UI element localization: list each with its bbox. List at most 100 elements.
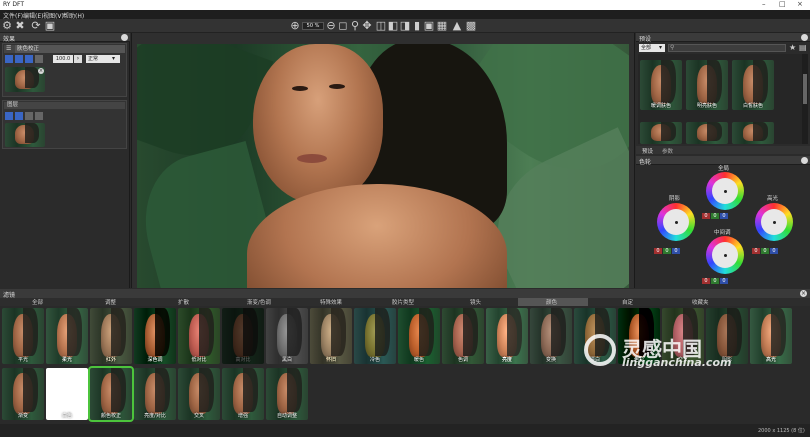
preset-thumb[interactable]: 明亮肤色 — [686, 60, 728, 110]
presets-scrollbar[interactable] — [802, 54, 808, 144]
filter-thumb[interactable]: 柔光 — [46, 308, 88, 364]
close-window-icon[interactable]: × — [797, 0, 803, 8]
highlight-values: 000 — [752, 248, 778, 254]
main-photo[interactable] — [137, 44, 629, 288]
highlight-color-wheel[interactable] — [755, 203, 793, 241]
filter-thumb-label: 颜色校正 — [100, 413, 121, 419]
filter-thumb[interactable]: 怀旧 — [310, 308, 352, 364]
compare-icon[interactable]: ◨ — [399, 20, 411, 32]
filter-thumb-label: 平光 — [17, 357, 28, 363]
tab-color[interactable]: 颜色 — [546, 298, 557, 306]
tab-params[interactable]: 参数 — [662, 147, 673, 155]
tab-adjust[interactable]: 调整 — [105, 298, 116, 306]
filter-thumb[interactable]: 色调 — [442, 308, 484, 364]
preset-thumb[interactable]: 白皙肤色 — [732, 60, 774, 110]
image-icon[interactable]: ▦ — [436, 20, 448, 32]
midtone-values: 000 — [702, 278, 728, 284]
split-view-icon[interactable]: ◫ — [375, 20, 387, 32]
watermark-logo-icon — [584, 334, 616, 366]
zoom-out-icon[interactable]: ⊖ — [325, 20, 337, 32]
close-color-icon[interactable]: × — [801, 157, 808, 164]
filter-thumb[interactable]: 黑白 — [266, 308, 308, 364]
preset-thumb[interactable]: 暖调肤色 — [640, 60, 682, 110]
opacity-stepper-icon[interactable]: › — [74, 55, 82, 63]
zoom-in-icon[interactable]: ⊕ — [289, 20, 301, 32]
filter-thumb[interactable]: 白色 — [46, 368, 88, 420]
overlay-icon[interactable]: ▩ — [465, 20, 477, 32]
layer2-lock-icon[interactable] — [35, 112, 43, 120]
filter-thumb[interactable]: 颜色校正 — [88, 366, 134, 422]
zoom-value[interactable]: 50 % — [302, 22, 324, 30]
tab-special[interactable]: 特殊效果 — [320, 298, 342, 306]
preset-thumb[interactable] — [640, 122, 682, 144]
layer1-lock-icon[interactable] — [35, 55, 43, 63]
tab-favorites[interactable]: 收藏夹 — [692, 298, 709, 306]
filter-thumb[interactable]: 红外 — [90, 308, 132, 364]
fit-icon[interactable]: ▣ — [44, 20, 56, 32]
layer2-thumbnail[interactable] — [5, 123, 45, 147]
side-by-side-icon[interactable]: ◧ — [387, 20, 399, 32]
tab-presets[interactable]: 预设 — [642, 147, 653, 155]
filter-thumb[interactable]: 暖色 — [398, 308, 440, 364]
layer1-name[interactable]: 肤色校正 — [15, 45, 125, 53]
tab-gradient[interactable]: 渐变/色调 — [247, 298, 271, 306]
layer1-visible-icon[interactable] — [5, 55, 13, 63]
filter-category-tabs: 全部 调整 扩散 渐变/色调 特殊效果 胶片类型 镜头 颜色 自定 收藏夹 — [0, 298, 810, 306]
filters-header: 滤镜 × — [0, 289, 810, 299]
filter-thumb[interactable]: 冷色 — [354, 308, 396, 364]
filter-thumb[interactable]: 变换 — [530, 308, 572, 364]
presets-header: 预设 × — [636, 33, 810, 43]
scrollbar-thumb[interactable] — [803, 74, 807, 104]
tab-diffuse[interactable]: 扩散 — [178, 298, 189, 306]
layer1-lightning-icon[interactable] — [25, 55, 33, 63]
filter-thumb[interactable]: 交叉 — [178, 368, 220, 420]
remove-layer1-icon[interactable]: × — [38, 68, 44, 74]
close-effects-icon[interactable]: × — [121, 34, 128, 41]
before-icon[interactable]: ▮ — [411, 20, 423, 32]
filter-thumb[interactable]: 高光 — [750, 308, 792, 364]
layer1-mask-icon[interactable] — [15, 55, 23, 63]
filter-thumb[interactable]: 高对比 — [222, 308, 264, 364]
color-header-title: 色轮 — [639, 159, 652, 166]
layer2-mask-icon[interactable] — [15, 112, 23, 120]
maximize-icon[interactable]: □ — [779, 0, 786, 8]
magnifier-icon[interactable]: ⚲ — [349, 20, 361, 32]
fit-window-icon[interactable]: ◻ — [337, 20, 349, 32]
favorite-star-icon[interactable]: ★ — [789, 43, 796, 52]
filter-thumb-label: 白色 — [61, 413, 72, 419]
shadow-color-wheel[interactable] — [657, 203, 695, 241]
tab-custom[interactable]: 自定 — [622, 298, 633, 306]
close-presets-icon[interactable]: × — [801, 34, 808, 41]
filter-thumb[interactable]: 自动调整 — [266, 368, 308, 420]
global-color-wheel[interactable] — [706, 172, 744, 210]
layer2-visible-icon[interactable] — [5, 112, 13, 120]
tab-film[interactable]: 胶片类型 — [392, 298, 414, 306]
tab-lens[interactable]: 镜头 — [470, 298, 481, 306]
preset-thumb[interactable] — [686, 122, 728, 144]
presets-search-input[interactable] — [668, 44, 786, 52]
close-filters-icon[interactable]: × — [800, 290, 807, 297]
settings-gear-icon[interactable]: ⚙ — [1, 20, 13, 32]
tab-all[interactable]: 全部 — [32, 298, 43, 306]
window-title: RY DFT — [3, 1, 24, 8]
filter-thumb[interactable]: 渐变 — [2, 368, 44, 420]
filter-thumb[interactable]: 平光 — [2, 308, 44, 364]
filter-thumb[interactable]: 亮度 — [486, 308, 528, 364]
layer1-opacity-field[interactable]: 100.0 — [53, 55, 73, 63]
camera-icon[interactable]: ▣ — [423, 20, 435, 32]
cancel-x-icon[interactable]: ✖ — [14, 20, 26, 32]
filter-thumb[interactable]: 深色调 — [134, 308, 176, 364]
filter-thumb-label: 渐变 — [17, 413, 28, 419]
midtone-color-wheel[interactable] — [706, 236, 744, 274]
watermark-en: lingganchina.com — [622, 356, 732, 369]
minimize-icon[interactable]: – — [762, 0, 766, 8]
refresh-icon[interactable]: ⟳ — [30, 20, 42, 32]
filter-thumb[interactable]: 增强 — [222, 368, 264, 420]
filter-thumb[interactable]: 低对比 — [178, 308, 220, 364]
move-icon[interactable]: ✥ — [361, 20, 373, 32]
filter-thumb[interactable]: 亮度/对比 — [134, 368, 176, 420]
preset-thumb[interactable] — [732, 122, 774, 144]
layer2-lightning-icon[interactable] — [25, 112, 33, 120]
histogram-icon[interactable]: ▲ — [451, 20, 463, 32]
delete-icon[interactable]: ▤ — [799, 43, 807, 52]
